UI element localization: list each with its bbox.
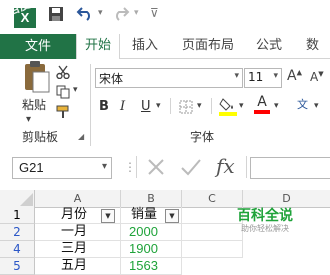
tab-file[interactable]: 文件 [0, 34, 76, 59]
brand-watermark-subtitle: 助你轻松解决 [241, 224, 289, 233]
grow-font-label: A [287, 68, 297, 84]
cell-b5-value: 1563 [129, 258, 158, 273]
phonetic-button[interactable]: 文 [297, 96, 308, 112]
borders-icon[interactable] [179, 99, 193, 118]
font-size-value: 11 [248, 70, 264, 84]
font-group-label: 字体 [190, 130, 215, 144]
formula-input[interactable] [250, 157, 330, 179]
clipboard-launcher-icon[interactable]: ◢ [78, 132, 84, 141]
underline-button[interactable]: U [141, 99, 151, 114]
cell-a2-value: 一月 [61, 224, 88, 239]
tab-formulas[interactable]: 公式 [256, 34, 282, 58]
format-painter-icon[interactable] [56, 104, 70, 123]
cut-icon[interactable] [56, 64, 70, 83]
row-header[interactable]: 4 [0, 241, 35, 258]
column-header-d[interactable]: D [243, 190, 330, 208]
formula-bar-divider [246, 156, 247, 178]
phonetic-dropdown-icon[interactable]: ▾ [314, 101, 319, 111]
select-all-corner[interactable] [0, 190, 35, 208]
name-box-dropdown-icon[interactable]: ▾ [102, 161, 107, 172]
column-header-b[interactable]: B [121, 190, 182, 208]
customize-qat-icon[interactable]: ⊽ [150, 6, 159, 20]
formula-bar-divider [136, 156, 137, 178]
cell-b5[interactable]: 1563 [121, 258, 182, 275]
copy-dropdown-icon[interactable]: ▾ [73, 85, 78, 95]
cell-a1[interactable]: 月份 ▼ [35, 207, 121, 224]
tab-page-layout[interactable]: 页面布局 [182, 34, 234, 58]
brand-watermark-title: 百科全说 [237, 208, 293, 224]
cell-b4[interactable]: 1900 [121, 241, 182, 258]
cell-c4[interactable] [182, 241, 243, 258]
tab-insert[interactable]: 插入 [132, 34, 158, 58]
font-color-letter: A [257, 94, 267, 110]
tab-data[interactable]: 数 [306, 34, 319, 58]
excel-logo-icon: X [14, 8, 36, 28]
font-row-divider [211, 98, 212, 114]
fill-color-dropdown-icon[interactable]: ▾ [239, 101, 244, 111]
font-name-combobox[interactable]: 宋体 ▾ [95, 68, 243, 88]
paste-dropdown-icon[interactable]: ▾ [26, 114, 31, 125]
cell-a5[interactable]: 五月 [35, 258, 121, 275]
confirm-entry-icon[interactable] [180, 157, 202, 181]
bold-button[interactable]: B [99, 99, 109, 114]
shrink-font-button[interactable]: A▼ [310, 70, 324, 84]
font-size-combobox[interactable]: 11 ▾ [244, 68, 282, 88]
brand-watermark: 百科全说 助你轻松解决 [230, 208, 300, 234]
formula-bar-grip-icon: ⋮ [124, 160, 136, 174]
group-divider [90, 64, 91, 146]
font-name-dropdown-icon[interactable]: ▾ [234, 71, 239, 81]
name-box[interactable]: G21 ▾ [12, 157, 112, 179]
paste-icon[interactable] [22, 60, 52, 98]
insert-function-button[interactable]: fx [216, 154, 235, 178]
cell-a2[interactable]: 一月 [35, 224, 121, 241]
font-size-dropdown-icon[interactable]: ▾ [273, 71, 278, 81]
tab-home[interactable]: 开始 [76, 34, 120, 59]
row-header[interactable]: 2 [0, 224, 35, 241]
underline-dropdown-icon[interactable]: ▾ [156, 101, 161, 111]
paste-button[interactable]: 粘贴 [22, 96, 46, 113]
cell-b2[interactable]: 2000 [121, 224, 182, 241]
cell-b1-value: 销量 [131, 207, 158, 222]
italic-button[interactable]: I [120, 99, 125, 114]
redo-icon[interactable] [112, 5, 130, 25]
font-name-value: 宋体 [99, 72, 124, 86]
copy-icon[interactable] [56, 84, 70, 103]
cell-a4[interactable]: 三月 [35, 241, 121, 258]
filter-dropdown-icon[interactable]: ▼ [101, 209, 115, 223]
shrink-font-label: A [310, 70, 319, 84]
cell-a4-value: 三月 [61, 241, 88, 256]
save-icon[interactable] [48, 6, 64, 26]
row-header[interactable]: 1 [0, 207, 35, 224]
borders-dropdown-icon[interactable]: ▾ [197, 101, 202, 111]
cell-b2-value: 2000 [129, 224, 158, 239]
row-header[interactable]: 5 [0, 258, 35, 275]
cell-b4-value: 1900 [129, 241, 158, 256]
column-header-c[interactable]: C [182, 190, 243, 208]
redo-dropdown-icon[interactable]: ▾ [134, 8, 139, 18]
cell-a5-value: 五月 [61, 258, 88, 273]
name-box-value: G21 [19, 160, 44, 175]
undo-dropdown-icon[interactable]: ▾ [98, 8, 103, 18]
fill-color-icon[interactable] [219, 96, 237, 120]
clipboard-group-label: 剪贴板 [22, 130, 59, 144]
font-row-divider [170, 98, 171, 114]
cell-b1[interactable]: 销量 ▼ [121, 207, 182, 224]
cancel-entry-icon[interactable] [146, 157, 166, 181]
font-color-swatch [254, 110, 270, 114]
column-header-a[interactable]: A [35, 190, 121, 208]
filter-active-icon[interactable]: ▼ [165, 209, 179, 223]
grow-font-button[interactable]: A▲ [287, 68, 302, 84]
font-color-dropdown-icon[interactable]: ▾ [274, 101, 279, 111]
font-color-button[interactable]: A [254, 95, 270, 114]
undo-icon[interactable] [76, 5, 94, 25]
cell-a1-value: 月份 [61, 207, 88, 222]
phonetic-label: 文 [297, 98, 308, 111]
